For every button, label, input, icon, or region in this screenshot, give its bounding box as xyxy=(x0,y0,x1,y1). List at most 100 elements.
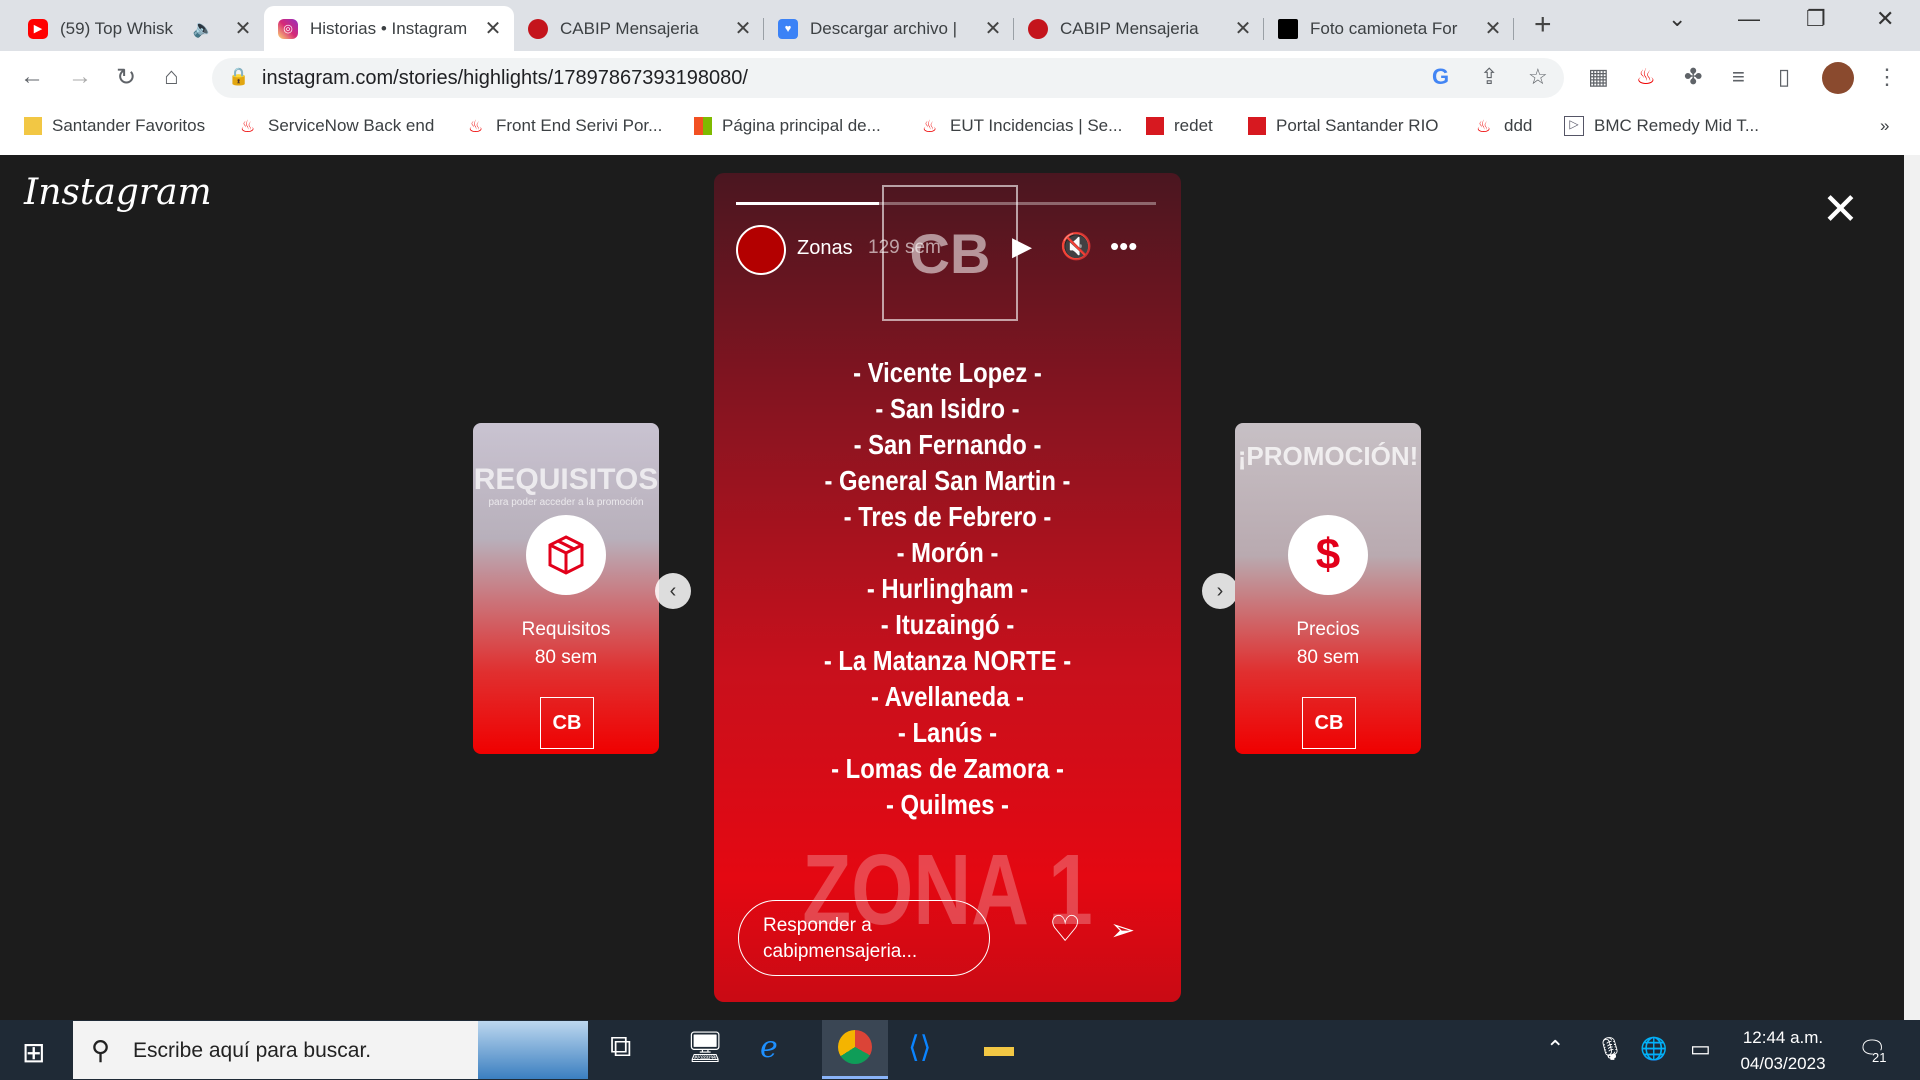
notifications-icon[interactable]: 🗨 21 xyxy=(1858,1036,1887,1065)
home-button[interactable]: ⌂ xyxy=(164,63,179,91)
bookmark-star-icon[interactable]: ☆ xyxy=(1528,64,1548,90)
tab-descargar[interactable]: ♥ Descargar archivo | ✕ xyxy=(764,6,1014,51)
santander-flame-icon: ♨ xyxy=(468,117,484,136)
search-icon: ⚲ xyxy=(91,1035,111,1065)
qr-code-icon[interactable]: ▦ xyxy=(1588,64,1609,90)
tab-instagram[interactable]: ◎ Historias • Instagram ✕ xyxy=(264,6,514,51)
story-preview-subtitle: para poder acceder a la promoción xyxy=(488,497,644,508)
battery-icon[interactable]: ▭ xyxy=(1690,1036,1711,1062)
previous-story-button[interactable]: ‹ xyxy=(655,573,691,609)
story-preview-name: Requisitos xyxy=(521,619,611,640)
story-preview-time: 80 sem xyxy=(534,647,598,668)
bookmark-ddd[interactable]: ♨ ddd xyxy=(1476,116,1532,136)
cabip-icon xyxy=(528,18,548,39)
zone-item: - General San Martin - xyxy=(824,465,1071,496)
close-tab-icon[interactable]: ✕ xyxy=(732,16,754,41)
side-panel-icon[interactable]: ▯ xyxy=(1778,64,1790,90)
reload-button[interactable]: ↻ xyxy=(116,63,136,92)
instagram-logo[interactable]: Instagram xyxy=(24,172,212,213)
zone-item: - Quilmes - xyxy=(885,789,1009,820)
story-preview-precios[interactable]: ¡PROMOCIÓN! $ Precios 80 sem CB xyxy=(1235,423,1421,754)
zone-item: - San Isidro - xyxy=(875,393,1020,424)
santander-flame-icon: ♨ xyxy=(240,117,256,136)
zone-item: - Lanús - xyxy=(897,717,998,748)
mute-icon[interactable]: 🔇 xyxy=(1060,231,1092,262)
story-author-name[interactable]: Zonas xyxy=(797,237,853,260)
back-button[interactable]: ← xyxy=(20,63,44,91)
package-icon xyxy=(526,515,606,595)
network-disconnected-icon[interactable]: 🌐 xyxy=(1640,1036,1667,1062)
next-story-button[interactable]: › xyxy=(1202,573,1238,609)
photo-icon xyxy=(1278,18,1298,39)
send-icon[interactable]: ➢ xyxy=(1110,913,1135,948)
google-icon[interactable]: G xyxy=(1432,64,1449,90)
bmc-icon: ▷ xyxy=(1564,116,1584,136)
price-dollar-icon: $ xyxy=(1288,515,1368,595)
search-highlight-image xyxy=(478,1021,588,1079)
vscode-icon[interactable]: ⟨⟩ xyxy=(908,1030,931,1065)
windows-start-icon[interactable]: ⊞ xyxy=(22,1036,45,1069)
story-author-avatar[interactable] xyxy=(736,225,786,275)
zone-item: - Vicente Lopez - xyxy=(853,357,1042,388)
restore-button[interactable]: ❐ xyxy=(1806,6,1826,32)
close-window-button[interactable]: ✕ xyxy=(1876,6,1894,32)
bookmark-servicenow[interactable]: ♨ ServiceNow Back end xyxy=(240,116,434,136)
close-tab-icon[interactable]: ✕ xyxy=(1232,16,1254,41)
bookmark-eut-incidencias[interactable]: ♨ EUT Incidencias | Se... xyxy=(922,116,1122,136)
bookmark-pagina-principal[interactable]: Página principal de... xyxy=(694,116,881,136)
redet-icon xyxy=(1146,117,1164,135)
close-stories-button[interactable]: ✕ xyxy=(1822,184,1859,235)
new-tab-button[interactable]: + xyxy=(1534,8,1552,42)
speaker-icon[interactable]: 🔈 xyxy=(193,19,214,39)
url-text[interactable]: instagram.com/stories/highlights/1789786… xyxy=(262,67,748,90)
bookmarks-overflow-icon[interactable]: » xyxy=(1880,116,1889,136)
microsoft-icon xyxy=(694,117,712,135)
lock-icon[interactable]: 🔒 xyxy=(228,67,249,87)
network-app-icon[interactable]: 🖥 xyxy=(686,1030,724,1065)
play-icon[interactable]: ▶ xyxy=(1012,231,1032,262)
extensions-puzzle-icon[interactable]: ✤ xyxy=(1684,64,1702,90)
youtube-icon: ▶ xyxy=(28,18,48,39)
internet-explorer-icon[interactable]: ℯ xyxy=(760,1030,778,1065)
tab-youtube[interactable]: ▶ (59) Top Whisk 🔈 ✕ xyxy=(14,6,264,51)
reply-input[interactable]: Responder a cabipmensajeria... xyxy=(738,900,990,976)
santander-extension-icon[interactable]: ♨ xyxy=(1636,64,1656,90)
file-explorer-icon[interactable]: ▬ xyxy=(984,1030,1014,1064)
story-preview-title: REQUISITOS xyxy=(473,463,659,496)
taskbar-search-box[interactable]: ⚲ Escribe aquí para buscar. xyxy=(73,1021,588,1079)
task-view-icon[interactable]: ⧉ xyxy=(610,1030,631,1064)
close-tab-icon[interactable]: ✕ xyxy=(1482,16,1504,41)
minimize-button[interactable]: — xyxy=(1738,6,1760,32)
bookmark-bmc-remedy[interactable]: ▷ BMC Remedy Mid T... xyxy=(1564,116,1759,136)
like-heart-icon[interactable]: ♡ xyxy=(1049,908,1081,950)
chrome-taskbar-icon[interactable] xyxy=(822,1020,888,1079)
menu-dots-icon[interactable]: ⋮ xyxy=(1876,64,1898,90)
active-story[interactable]: CB Zonas 129 sem ▶ 🔇 ••• - Vicente Lopez… xyxy=(714,173,1181,1002)
zone-list: - Vicente Lopez - - San Isidro - - San Fer… xyxy=(714,355,1181,823)
bookmark-redet[interactable]: redet xyxy=(1146,116,1213,136)
close-tab-icon[interactable]: ✕ xyxy=(982,16,1004,41)
profile-avatar[interactable] xyxy=(1822,62,1854,94)
tab-foto[interactable]: Foto camioneta For ✕ xyxy=(1264,6,1514,51)
tab-cabip-1[interactable]: CABIP Mensajeria ✕ xyxy=(514,6,764,51)
bookmark-front-end[interactable]: ♨ Front End Serivi Por... xyxy=(468,116,662,136)
instagram-icon: ◎ xyxy=(278,18,298,39)
story-timestamp: 129 sem xyxy=(868,237,941,258)
page-scrollbar[interactable] xyxy=(1904,155,1920,1020)
tab-cabip-2[interactable]: CABIP Mensajeria ✕ xyxy=(1014,6,1264,51)
media-controls-icon[interactable]: ≡ xyxy=(1732,64,1745,90)
bookmark-portal-santander[interactable]: Portal Santander RIO xyxy=(1248,116,1439,136)
forward-button[interactable]: → xyxy=(68,63,92,91)
cb-logo: CB xyxy=(1302,697,1356,749)
microphone-icon[interactable]: 🎙 xyxy=(1596,1036,1624,1062)
share-icon[interactable]: ⇪ xyxy=(1480,64,1498,90)
tab-search-chevron-icon[interactable]: ⌄ xyxy=(1668,6,1686,32)
more-options-icon[interactable]: ••• xyxy=(1110,231,1137,262)
story-preview-requisitos[interactable]: REQUISITOS para poder acceder a la promo… xyxy=(473,423,659,754)
bookmark-santander-favoritos[interactable]: Santander Favoritos xyxy=(24,116,205,136)
story-preview-title: ¡PROMOCIÓN! xyxy=(1237,441,1419,471)
tray-chevron-icon[interactable]: ⌃ xyxy=(1546,1036,1564,1062)
close-tab-icon[interactable]: ✕ xyxy=(232,16,254,41)
close-tab-icon[interactable]: ✕ xyxy=(482,16,504,41)
taskbar-clock[interactable]: 12:44 a.m. 04/03/2023 xyxy=(1733,1025,1833,1077)
